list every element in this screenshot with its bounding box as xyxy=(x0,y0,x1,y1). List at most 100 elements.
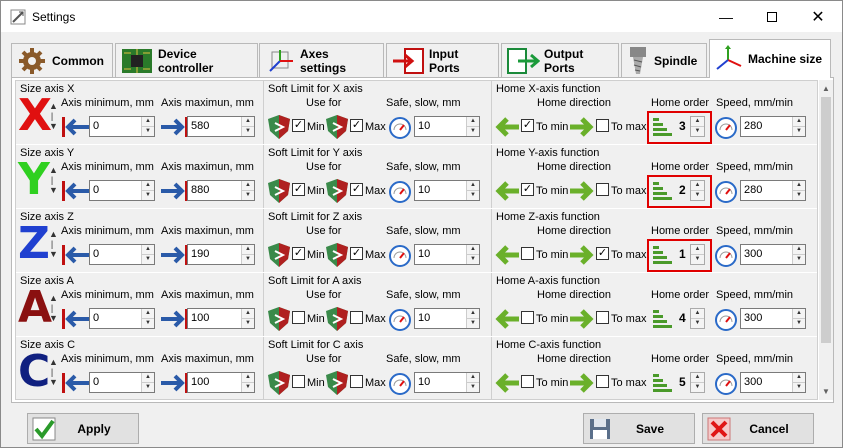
safe-slow-input[interactable]: 10 ▲ ▼ xyxy=(414,308,480,329)
spin-buttons[interactable]: ▲ ▼ xyxy=(792,181,805,200)
spin-buttons[interactable]: ▲ ▼ xyxy=(792,245,805,264)
to-min-checkbox[interactable]: ✓ xyxy=(521,119,534,132)
spin-buttons[interactable]: ▲ ▼ xyxy=(691,309,704,328)
to-max-checkbox[interactable] xyxy=(596,119,609,132)
spin-buttons[interactable]: ▲ ▼ xyxy=(792,117,805,136)
spin-up-icon[interactable]: ▲ xyxy=(142,117,154,126)
spin-down-icon[interactable]: ▼ xyxy=(242,254,254,263)
spin-up-icon[interactable]: ▲ xyxy=(467,245,479,254)
soft-max-checkbox[interactable] xyxy=(350,311,363,324)
spin-down-icon[interactable]: ▼ xyxy=(242,382,254,391)
to-min-checkbox[interactable] xyxy=(521,247,534,260)
tab-output-ports[interactable]: Output Ports xyxy=(501,43,619,77)
spin-up-icon[interactable]: ▲ xyxy=(793,309,805,318)
spin-up-icon[interactable]: ▲ xyxy=(467,309,479,318)
axis-max-input[interactable]: 580 ▲ ▼ xyxy=(187,116,255,137)
spin-up-icon[interactable]: ▲ xyxy=(691,309,704,318)
axis-max-input[interactable]: 880 ▲ ▼ xyxy=(187,180,255,201)
spin-buttons[interactable]: ▲ ▼ xyxy=(241,309,254,328)
close-button[interactable]: ✕ xyxy=(795,1,841,32)
soft-min-checkbox[interactable]: ✓ xyxy=(292,119,305,132)
speed-input[interactable]: 300 ▲ ▼ xyxy=(740,244,806,265)
tab-machine-size[interactable]: Machine size xyxy=(709,39,831,78)
spin-buttons[interactable]: ▲ ▼ xyxy=(241,117,254,136)
spin-buttons[interactable]: ▲ ▼ xyxy=(466,373,479,392)
spin-buttons[interactable]: ▲ ▼ xyxy=(141,373,154,392)
minimize-button[interactable]: — xyxy=(703,1,749,32)
spin-down-icon[interactable]: ▼ xyxy=(467,254,479,263)
spin-up-icon[interactable]: ▲ xyxy=(242,117,254,126)
spin-down-icon[interactable]: ▼ xyxy=(793,254,805,263)
soft-min-checkbox[interactable]: ✓ xyxy=(292,183,305,196)
soft-min-checkbox[interactable]: ✓ xyxy=(292,247,305,260)
spin-down-icon[interactable]: ▼ xyxy=(793,126,805,135)
spin-down-icon[interactable]: ▼ xyxy=(142,382,154,391)
tab-input-ports[interactable]: Input Ports xyxy=(386,43,499,77)
speed-input[interactable]: 300 ▲ ▼ xyxy=(740,372,806,393)
spin-down-icon[interactable]: ▼ xyxy=(142,190,154,199)
spin-up-icon[interactable]: ▲ xyxy=(142,181,154,190)
to-max-checkbox[interactable] xyxy=(596,375,609,388)
spin-up-icon[interactable]: ▲ xyxy=(242,181,254,190)
speed-input[interactable]: 300 ▲ ▼ xyxy=(740,308,806,329)
spin-up-icon[interactable]: ▲ xyxy=(793,373,805,382)
safe-slow-input[interactable]: 10 ▲ ▼ xyxy=(414,180,480,201)
to-min-checkbox[interactable] xyxy=(521,311,534,324)
vertical-scrollbar[interactable]: ▲ ▼ xyxy=(819,80,833,400)
tab-axes-settings[interactable]: Axes settings xyxy=(259,43,384,77)
soft-max-checkbox[interactable] xyxy=(350,375,363,388)
apply-button[interactable]: Apply xyxy=(27,413,139,444)
spin-down-icon[interactable]: ▼ xyxy=(793,382,805,391)
spin-down-icon[interactable]: ▼ xyxy=(467,382,479,391)
home-order-spinner[interactable]: ▲ ▼ xyxy=(690,372,705,393)
spin-buttons[interactable]: ▲ ▼ xyxy=(241,245,254,264)
spin-down-icon[interactable]: ▼ xyxy=(142,318,154,327)
spin-buttons[interactable]: ▲ ▼ xyxy=(466,245,479,264)
spin-buttons[interactable]: ▲ ▼ xyxy=(466,117,479,136)
spin-up-icon[interactable]: ▲ xyxy=(793,245,805,254)
tab-device-controller[interactable]: Device controller xyxy=(115,43,258,77)
spin-down-icon[interactable]: ▼ xyxy=(793,190,805,199)
spin-buttons[interactable]: ▲ ▼ xyxy=(466,309,479,328)
spin-buttons[interactable]: ▲ ▼ xyxy=(141,245,154,264)
spin-down-icon[interactable]: ▼ xyxy=(242,190,254,199)
axis-min-input[interactable]: 0 ▲ ▼ xyxy=(89,308,155,329)
save-button[interactable]: Save xyxy=(583,413,695,444)
soft-max-checkbox[interactable]: ✓ xyxy=(350,247,363,260)
cancel-button[interactable]: Cancel xyxy=(702,413,814,444)
axis-max-input[interactable]: 100 ▲ ▼ xyxy=(187,308,255,329)
axis-min-input[interactable]: 0 ▲ ▼ xyxy=(89,180,155,201)
axis-max-input[interactable]: 190 ▲ ▼ xyxy=(187,244,255,265)
spin-up-icon[interactable]: ▲ xyxy=(467,181,479,190)
soft-max-checkbox[interactable]: ✓ xyxy=(350,119,363,132)
spin-buttons[interactable]: ▲ ▼ xyxy=(792,373,805,392)
spin-down-icon[interactable]: ▼ xyxy=(691,318,704,327)
scroll-up-icon[interactable]: ▲ xyxy=(819,82,833,96)
spin-up-icon[interactable]: ▲ xyxy=(142,373,154,382)
speed-input[interactable]: 280 ▲ ▼ xyxy=(740,180,806,201)
spin-up-icon[interactable]: ▲ xyxy=(793,181,805,190)
spin-down-icon[interactable]: ▼ xyxy=(467,318,479,327)
spin-buttons[interactable]: ▲ ▼ xyxy=(241,181,254,200)
spin-down-icon[interactable]: ▼ xyxy=(142,126,154,135)
to-max-checkbox[interactable] xyxy=(596,183,609,196)
safe-slow-input[interactable]: 10 ▲ ▼ xyxy=(414,116,480,137)
tab-spindle[interactable]: Spindle xyxy=(621,43,707,77)
soft-min-checkbox[interactable] xyxy=(292,311,305,324)
spin-buttons[interactable]: ▲ ▼ xyxy=(241,373,254,392)
speed-input[interactable]: 280 ▲ ▼ xyxy=(740,116,806,137)
safe-slow-input[interactable]: 10 ▲ ▼ xyxy=(414,372,480,393)
spin-buttons[interactable]: ▲ ▼ xyxy=(141,309,154,328)
axis-min-input[interactable]: 0 ▲ ▼ xyxy=(89,116,155,137)
spin-buttons[interactable]: ▲ ▼ xyxy=(141,181,154,200)
spin-buttons[interactable]: ▲ ▼ xyxy=(691,373,704,392)
spin-up-icon[interactable]: ▲ xyxy=(242,309,254,318)
to-min-checkbox[interactable] xyxy=(521,375,534,388)
spin-down-icon[interactable]: ▼ xyxy=(691,382,704,391)
spin-up-icon[interactable]: ▲ xyxy=(142,245,154,254)
axis-min-input[interactable]: 0 ▲ ▼ xyxy=(89,244,155,265)
to-min-checkbox[interactable]: ✓ xyxy=(521,183,534,196)
spin-up-icon[interactable]: ▲ xyxy=(242,245,254,254)
soft-min-checkbox[interactable] xyxy=(292,375,305,388)
spin-down-icon[interactable]: ▼ xyxy=(793,318,805,327)
